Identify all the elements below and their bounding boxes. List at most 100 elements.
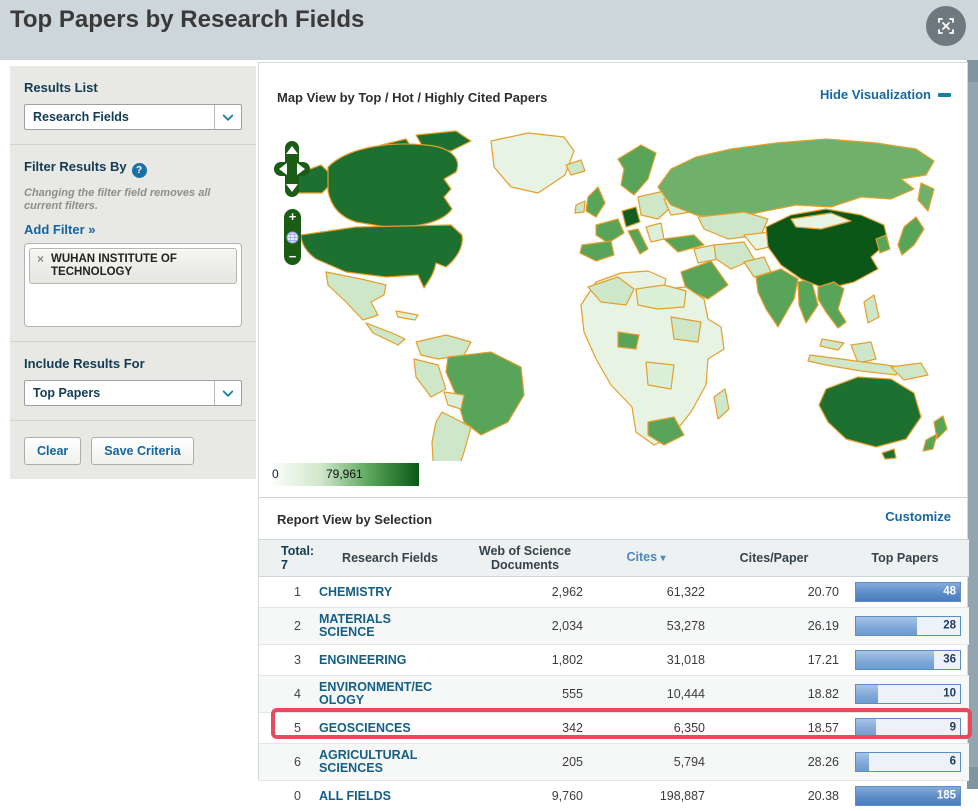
- row-cpp: 18.82: [707, 676, 841, 713]
- row-rank: 1: [259, 577, 315, 608]
- field-link[interactable]: ALL FIELDS: [319, 790, 437, 803]
- sidebar: Results List Research Fields Filter Resu…: [10, 66, 256, 479]
- map-header: Map View by Top / Hot / Highly Cited Pap…: [259, 63, 967, 127]
- dropdown-button[interactable]: [214, 381, 241, 405]
- row-docs: 2,962: [465, 577, 585, 608]
- row-cpp: 17.21: [707, 645, 841, 676]
- table-row-highlighted: 5 GEOSCIENCES 342 6,350 18.57 9: [259, 713, 969, 744]
- top-papers-bar: 10: [855, 684, 961, 704]
- report-table-wrap: Total: 7 Research Fields Web of Science …: [259, 539, 967, 811]
- map-legend: 0 79,961: [269, 463, 419, 486]
- col-wos-documents: Web of Science Documents: [465, 540, 585, 577]
- field-link[interactable]: CHEMISTRY: [319, 586, 437, 599]
- row-rank: 0: [259, 781, 315, 811]
- row-docs: 2,034: [465, 608, 585, 645]
- top-papers-bar: 9: [855, 718, 961, 738]
- row-cites: 31,018: [585, 645, 707, 676]
- clear-button[interactable]: Clear: [24, 437, 81, 465]
- chevron-down-icon: [222, 386, 233, 397]
- report-header: Report View by Selection Customize: [259, 497, 967, 539]
- map-controls: + −: [274, 141, 314, 265]
- row-docs: 555: [465, 676, 585, 713]
- report-title: Report View by Selection: [277, 512, 432, 527]
- results-list-dropdown[interactable]: Research Fields: [24, 104, 242, 130]
- customize-link[interactable]: Customize: [885, 509, 951, 524]
- row-cpp: 20.70: [707, 577, 841, 608]
- row-cites: 5,794: [585, 744, 707, 781]
- row-cpp: 28.26: [707, 744, 841, 781]
- include-results-dropdown[interactable]: Top Papers: [24, 380, 242, 406]
- row-cpp: 20.38: [707, 781, 841, 811]
- map-area: + −: [266, 127, 960, 461]
- row-docs: 1,802: [465, 645, 585, 676]
- col-cites: Cites ▾: [585, 540, 707, 577]
- dropdown-button[interactable]: [214, 105, 241, 129]
- table-row: 6 AGRICULTURAL SCIENCES 205 5,794 28.26 …: [259, 744, 969, 781]
- remove-filter-icon[interactable]: ×: [37, 253, 44, 266]
- minus-icon: [938, 93, 951, 97]
- world-map[interactable]: [266, 127, 960, 461]
- actions-section: Clear Save Criteria: [10, 420, 256, 479]
- globe-icon[interactable]: [286, 231, 299, 244]
- field-link[interactable]: ENVIRONMENT/ECOLOGY: [319, 681, 437, 707]
- expand-icon: [927, 7, 965, 45]
- help-icon[interactable]: ?: [132, 163, 147, 178]
- page-title: Top Papers by Research Fields: [10, 6, 364, 34]
- top-papers-bar: 48: [855, 582, 961, 602]
- filter-section: Filter Results By? Changing the filter f…: [10, 144, 256, 341]
- field-link[interactable]: AGRICULTURAL SCIENCES: [319, 749, 437, 775]
- expand-button[interactable]: [926, 6, 966, 46]
- table-row: 4 ENVIRONMENT/ECOLOGY 555 10,444 18.82 1…: [259, 676, 969, 713]
- legend-max: 79,961: [326, 467, 363, 481]
- row-rank: 2: [259, 608, 315, 645]
- col-cites-per-paper: Cites/Paper: [707, 540, 841, 577]
- zoom-control[interactable]: + −: [284, 209, 301, 265]
- hide-visualization-link[interactable]: Hide Visualization: [820, 87, 951, 102]
- table-row: 3 ENGINEERING 1,802 31,018 17.21 36: [259, 645, 969, 676]
- col-research-fields: Research Fields: [315, 540, 465, 577]
- chevron-down-icon: [222, 110, 233, 121]
- table-header-row: Total: 7 Research Fields Web of Science …: [259, 540, 969, 577]
- row-cites: 53,278: [585, 608, 707, 645]
- legend-min: 0: [272, 467, 279, 481]
- sort-down-icon[interactable]: ▾: [661, 553, 666, 564]
- add-filter-link[interactable]: Add Filter »: [24, 222, 96, 237]
- filter-heading: Filter Results By?: [24, 159, 242, 178]
- scrollbar-up[interactable]: [967, 60, 978, 82]
- table-row: 1 CHEMISTRY 2,962 61,322 20.70 48: [259, 577, 969, 608]
- main-panel: Map View by Top / Hot / Highly Cited Pap…: [258, 62, 968, 780]
- filter-chip-label: WUHAN INSTITUTE OF TECHNOLOGY: [51, 253, 229, 279]
- row-docs: 205: [465, 744, 585, 781]
- row-rank: 4: [259, 676, 315, 713]
- top-papers-bar: 36: [855, 650, 961, 670]
- results-list-heading: Results List: [24, 80, 242, 95]
- row-cpp: 18.57: [707, 713, 841, 744]
- filter-box: × WUHAN INSTITUTE OF TECHNOLOGY: [24, 243, 242, 327]
- row-cpp: 26.19: [707, 608, 841, 645]
- total-header: Total: 7: [259, 540, 315, 577]
- page-header: Top Papers by Research Fields: [0, 0, 978, 60]
- top-papers-bar: 185: [855, 786, 961, 806]
- include-results-section: Include Results For Top Papers: [10, 341, 256, 420]
- table-row: 0 ALL FIELDS 9,760 198,887 20.38 185: [259, 781, 969, 811]
- filter-note: Changing the filter field removes all cu…: [24, 187, 242, 213]
- top-papers-bar: 28: [855, 616, 961, 636]
- col-top-papers: Top Papers: [841, 540, 969, 577]
- report-table: Total: 7 Research Fields Web of Science …: [259, 539, 969, 811]
- row-docs: 342: [465, 713, 585, 744]
- map-title: Map View by Top / Hot / Highly Cited Pap…: [277, 90, 547, 105]
- field-link[interactable]: ENGINEERING: [319, 654, 437, 667]
- zoom-out-icon[interactable]: −: [289, 252, 297, 262]
- include-results-heading: Include Results For: [24, 356, 242, 371]
- filter-chip: × WUHAN INSTITUTE OF TECHNOLOGY: [29, 248, 237, 284]
- pan-control[interactable]: [274, 141, 310, 197]
- top-papers-bar: 6: [855, 752, 961, 772]
- field-link[interactable]: MATERIALS SCIENCE: [319, 613, 437, 639]
- row-cites: 6,350: [585, 713, 707, 744]
- zoom-in-icon[interactable]: +: [289, 212, 297, 222]
- include-results-value: Top Papers: [25, 381, 214, 405]
- field-link[interactable]: GEOSCIENCES: [319, 722, 437, 735]
- cites-sort-link[interactable]: Cites: [626, 550, 657, 564]
- save-criteria-button[interactable]: Save Criteria: [91, 437, 193, 465]
- row-rank: 5: [259, 713, 315, 744]
